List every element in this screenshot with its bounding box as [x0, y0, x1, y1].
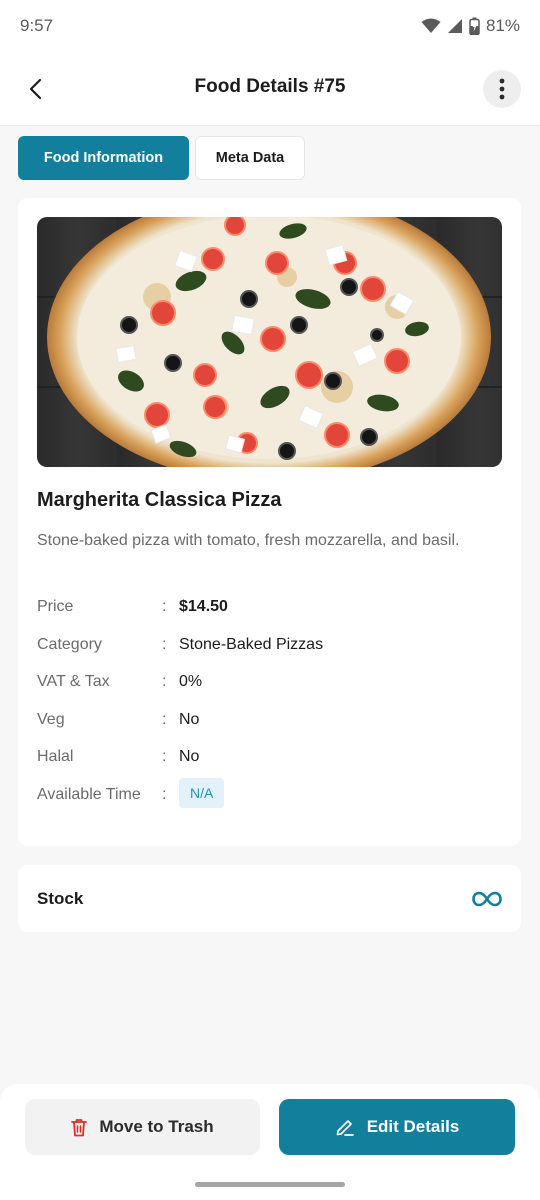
detail-value-category: Stone-Baked Pizzas — [179, 636, 324, 653]
detail-row-veg: Veg : No — [37, 711, 502, 735]
detail-label: Available Time — [37, 786, 141, 803]
detail-value-veg: No — [179, 711, 200, 728]
status-bar: 9:57 81% — [0, 0, 540, 52]
detail-label: VAT & Tax — [37, 673, 110, 690]
page-title: Food Details #75 — [194, 76, 346, 97]
detail-separator: : — [162, 598, 167, 615]
status-icons: 81% — [421, 16, 520, 36]
status-time: 9:57 — [20, 16, 54, 35]
detail-row-available-time: Available Time : N/A — [37, 778, 502, 810]
pencil-icon — [336, 1120, 354, 1136]
food-name: Margherita Classica Pizza — [37, 489, 282, 511]
available-time-badge: N/A — [179, 778, 225, 808]
edit-details-label: Edit Details — [366, 1117, 460, 1136]
detail-value-vat: 0% — [179, 673, 203, 690]
home-indicator[interactable] — [195, 1182, 345, 1187]
trash-icon — [71, 1118, 88, 1136]
detail-row-category: Category : Stone-Baked Pizzas — [37, 636, 502, 660]
bottom-action-bar: Move to Trash Edit Details — [0, 1084, 540, 1200]
food-info-card: Margherita Classica Pizza Stone-baked pi… — [18, 198, 521, 846]
move-to-trash-button[interactable]: Move to Trash — [25, 1099, 260, 1155]
tab-food-information[interactable]: Food Information — [18, 136, 189, 180]
food-image — [37, 217, 502, 467]
battery-charging-icon — [469, 17, 480, 35]
food-description: Stone-baked pizza with tomato, fresh moz… — [37, 532, 460, 549]
wifi-icon — [421, 18, 441, 33]
more-vertical-icon — [499, 78, 505, 100]
detail-value-halal: No — [179, 748, 200, 765]
edit-details-button[interactable]: Edit Details — [279, 1099, 515, 1155]
detail-row-vat: VAT & Tax : 0% — [37, 673, 502, 697]
battery-percentage: 81% — [485, 16, 520, 35]
detail-separator: : — [162, 786, 167, 803]
cellular-signal-icon — [447, 19, 462, 33]
pizza-image — [37, 217, 502, 467]
detail-separator: : — [162, 748, 167, 765]
tab-meta-data[interactable]: Meta Data — [195, 136, 305, 180]
detail-label: Price — [37, 598, 74, 615]
detail-separator: : — [162, 711, 167, 728]
infinity-icon — [472, 891, 502, 906]
detail-separator: : — [162, 636, 167, 653]
detail-row-price: Price : $14.50 — [37, 598, 502, 622]
detail-label: Halal — [37, 748, 74, 765]
detail-row-halal: Halal : No — [37, 748, 502, 772]
more-options-button[interactable] — [483, 70, 521, 108]
detail-value-price: $14.50 — [179, 598, 228, 615]
detail-label: Category — [37, 636, 102, 653]
detail-separator: : — [162, 673, 167, 690]
app-bar: Food Details #75 — [0, 52, 540, 126]
stock-label: Stock — [37, 888, 84, 908]
stock-card: Stock — [18, 865, 521, 932]
detail-label: Veg — [37, 711, 65, 728]
tab-bar: Food Information Meta Data — [18, 136, 305, 180]
move-to-trash-label: Move to Trash — [99, 1117, 214, 1136]
